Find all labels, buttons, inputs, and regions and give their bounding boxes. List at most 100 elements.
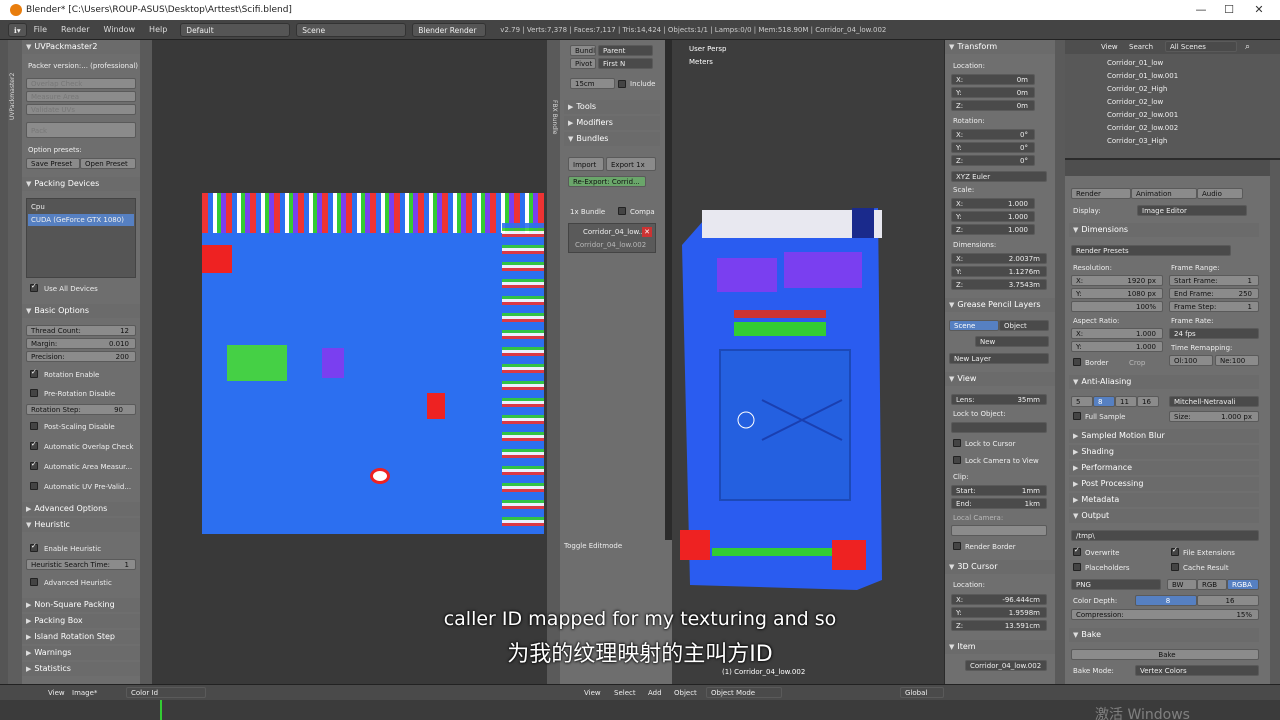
menu-window[interactable]: Window bbox=[104, 25, 136, 34]
output-header[interactable]: ▼ Output bbox=[1069, 509, 1259, 523]
render-border-checkbox[interactable] bbox=[953, 542, 961, 550]
viewport-add-menu[interactable]: Add bbox=[648, 689, 662, 697]
location-x-field[interactable]: X: 0m bbox=[951, 74, 1035, 85]
render-presets-dropdown[interactable]: Render Presets bbox=[1071, 245, 1231, 256]
aspect-x-field[interactable]: X: 1.000 bbox=[1071, 328, 1163, 339]
export-button[interactable]: Export 1x bbox=[606, 157, 656, 171]
modifiers-header[interactable]: ▶ Modifiers bbox=[564, 116, 660, 130]
uv-view-menu[interactable]: View bbox=[48, 689, 65, 697]
lock-object-field[interactable] bbox=[951, 422, 1047, 433]
outliner-search-menu[interactable]: Search bbox=[1129, 43, 1153, 51]
rotation-mode-dropdown[interactable]: XYZ Euler bbox=[951, 171, 1047, 182]
advanced-heuristic-checkbox[interactable] bbox=[30, 578, 38, 586]
basic-options-header[interactable]: ▼ Basic Options bbox=[22, 304, 140, 318]
device-cuda-selected[interactable]: CUDA (GeForce GTX 1080) bbox=[28, 214, 134, 226]
properties-tab-bar[interactable] bbox=[1065, 160, 1280, 176]
border-checkbox[interactable] bbox=[1073, 358, 1081, 366]
outliner-search-icon[interactable]: ⌕ bbox=[1245, 42, 1250, 52]
start-frame-field[interactable]: Start Frame: 1 bbox=[1169, 275, 1259, 286]
gp-object-button[interactable]: Object bbox=[999, 320, 1049, 331]
location-z-field[interactable]: Z: 0m bbox=[951, 100, 1035, 111]
scene-selector[interactable]: Scene bbox=[296, 22, 407, 37]
maximize-button[interactable]: ☐ bbox=[1215, 0, 1243, 20]
minimize-button[interactable]: — bbox=[1187, 0, 1215, 20]
animation-button[interactable]: Animation bbox=[1131, 188, 1197, 199]
dimensions-panel-header[interactable]: ▼ Dimensions bbox=[1069, 223, 1259, 237]
resolution-y-field[interactable]: Y: 1080 px bbox=[1071, 288, 1163, 299]
menu-file[interactable]: File bbox=[34, 25, 47, 34]
output-path-field[interactable]: /tmp\ bbox=[1071, 530, 1259, 541]
file-extensions-checkbox[interactable] bbox=[1171, 546, 1179, 556]
include-checkbox[interactable] bbox=[618, 80, 626, 88]
lock-to-cursor-checkbox[interactable] bbox=[953, 439, 961, 447]
packing-devices-header[interactable]: ▼ Packing Devices bbox=[22, 177, 140, 191]
validate-uvs-button[interactable]: Validate UVs bbox=[26, 104, 136, 115]
rgba-button[interactable]: RGBA bbox=[1227, 579, 1259, 590]
shading-header[interactable]: ▶ Shading bbox=[1069, 445, 1259, 459]
transform-header[interactable]: ▼ Transform bbox=[945, 40, 1055, 54]
dimension-z-field[interactable]: Z: 3.7543m bbox=[951, 279, 1047, 290]
tab-uvpackmaster2[interactable]: UVPackmaster2 bbox=[9, 73, 16, 120]
outliner-item-2[interactable]: Corridor_01_low.001 bbox=[1107, 72, 1178, 80]
audio-button[interactable]: Audio bbox=[1197, 188, 1243, 199]
gp-new-button[interactable]: New bbox=[975, 336, 1049, 347]
outliner-item-3[interactable]: Corridor_02_High bbox=[1107, 85, 1167, 93]
full-sample-checkbox[interactable] bbox=[1073, 412, 1081, 420]
post-scaling-disable-checkbox[interactable] bbox=[30, 422, 38, 430]
tab-fbx-bundle[interactable]: FBX Bundle bbox=[551, 100, 558, 134]
view-header[interactable]: ▼ View bbox=[945, 372, 1055, 386]
metadata-header[interactable]: ▶ Metadata bbox=[1069, 493, 1259, 507]
object-mode-dropdown[interactable]: Object Mode bbox=[706, 687, 782, 698]
bw-button[interactable]: BW bbox=[1167, 579, 1197, 590]
outliner-item-1[interactable]: Corridor_01_low bbox=[1107, 59, 1163, 67]
3d-cursor-header[interactable]: ▼ 3D Cursor bbox=[945, 560, 1055, 574]
scale-y-field[interactable]: Y: 1.000 bbox=[951, 211, 1035, 222]
placeholders-checkbox[interactable] bbox=[1073, 563, 1081, 571]
outliner-item-7[interactable]: Corridor_03_High bbox=[1107, 137, 1167, 145]
aa-filter-dropdown[interactable]: Mitchell-Netravali bbox=[1169, 396, 1259, 407]
open-preset-button[interactable]: Open Preset bbox=[80, 158, 136, 169]
render-engine-selector[interactable]: Blender Render bbox=[412, 22, 487, 37]
image-name-field[interactable]: Color Id bbox=[126, 687, 206, 698]
pack-button[interactable]: Pack bbox=[26, 122, 136, 138]
uvpackmaster-header[interactable]: ▼ UVPackmaster2 bbox=[22, 40, 140, 54]
dimension-y-field[interactable]: Y: 1.1276m bbox=[951, 266, 1047, 277]
timeline[interactable] bbox=[0, 700, 1280, 720]
remove-bundle-icon[interactable]: ✕ bbox=[642, 227, 652, 237]
enable-heuristic-checkbox[interactable] bbox=[30, 542, 38, 552]
overlap-check-button[interactable]: Overlap Check bbox=[26, 78, 136, 89]
aa-16-button[interactable]: 16 bbox=[1137, 396, 1159, 407]
render-button[interactable]: Render bbox=[1071, 188, 1131, 199]
menu-render[interactable]: Render bbox=[61, 25, 89, 34]
import-button[interactable]: Import bbox=[568, 157, 604, 171]
advanced-options-header[interactable]: ▶ Advanced Options bbox=[22, 502, 140, 516]
overwrite-checkbox[interactable] bbox=[1073, 546, 1081, 556]
frame-rate-dropdown[interactable]: 24 fps bbox=[1169, 328, 1259, 339]
3d-viewport[interactable]: User Persp Meters (1) Corridor_04_low.00… bbox=[672, 40, 944, 684]
outliner-item-4[interactable]: Corridor_02_low bbox=[1107, 98, 1163, 106]
aa-5-button[interactable]: 5 bbox=[1071, 396, 1093, 407]
prerotation-disable-checkbox[interactable] bbox=[30, 389, 38, 397]
outliner-item-5[interactable]: Corridor_02_low.001 bbox=[1107, 111, 1178, 119]
resolution-x-field[interactable]: X: 1920 px bbox=[1071, 275, 1163, 286]
orientation-dropdown[interactable]: Global bbox=[900, 687, 944, 698]
device-cpu[interactable]: Cpu bbox=[31, 203, 45, 211]
end-frame-field[interactable]: End Frame: 250 bbox=[1169, 288, 1259, 299]
gp-scene-button[interactable]: Scene bbox=[949, 320, 999, 331]
resolution-percent-field[interactable]: 100% bbox=[1071, 301, 1163, 312]
location-y-field[interactable]: Y: 0m bbox=[951, 87, 1035, 98]
depth-8-button[interactable]: 8 bbox=[1135, 595, 1197, 606]
auto-overlap-checkbox[interactable] bbox=[30, 440, 38, 450]
scale-z-field[interactable]: Z: 1.000 bbox=[951, 224, 1035, 235]
precision-field[interactable]: Precision: 200 bbox=[26, 351, 136, 362]
depth-16-button[interactable]: 16 bbox=[1197, 595, 1259, 606]
first-dropdown[interactable]: First N bbox=[598, 58, 653, 69]
rotation-y-field[interactable]: Y: 0° bbox=[951, 142, 1035, 153]
auto-area-checkbox[interactable] bbox=[30, 460, 38, 470]
aa-11-button[interactable]: 11 bbox=[1115, 396, 1137, 407]
time-new-field[interactable]: Ne:100 bbox=[1215, 355, 1259, 366]
time-old-field[interactable]: Ol:100 bbox=[1169, 355, 1213, 366]
grease-pencil-layers-header[interactable]: ▼ Grease Pencil Layers bbox=[945, 298, 1055, 312]
viewport-view-menu[interactable]: View bbox=[584, 689, 601, 697]
viewport-select-menu[interactable]: Select bbox=[614, 689, 636, 697]
